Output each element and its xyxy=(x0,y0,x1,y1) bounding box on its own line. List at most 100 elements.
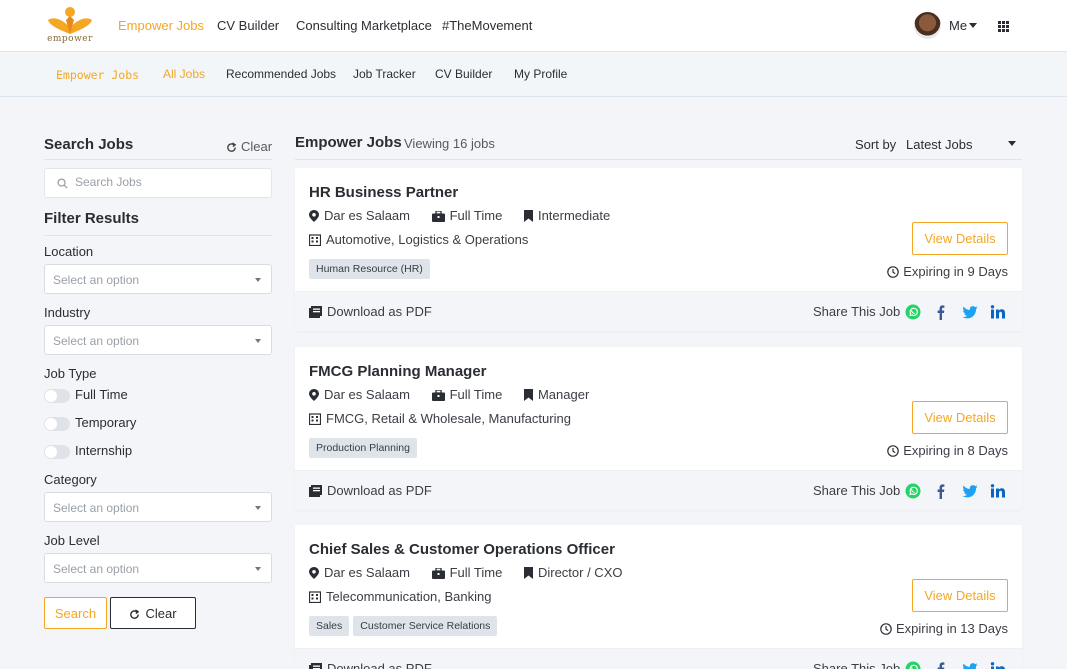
view-details-button[interactable]: View Details xyxy=(912,222,1008,255)
job-industry: Telecommunication, Banking xyxy=(308,589,492,604)
location-pin-icon xyxy=(309,389,319,401)
view-details-button[interactable]: View Details xyxy=(912,401,1008,434)
toggle-switch[interactable] xyxy=(44,389,70,403)
subnav-cv-builder[interactable]: CV Builder xyxy=(435,67,492,81)
job-level-select-value: Select an option xyxy=(53,562,140,576)
building-icon xyxy=(308,234,322,247)
whatsapp-icon[interactable] xyxy=(905,483,921,499)
twitter-icon[interactable] xyxy=(962,304,978,320)
job-level-text: Director / CXO xyxy=(537,565,623,580)
location-pin-icon xyxy=(309,210,319,222)
job-level-select[interactable]: Select an option xyxy=(44,553,272,583)
avatar[interactable] xyxy=(914,12,941,39)
empower-logo[interactable]: empower xyxy=(44,6,96,46)
job-expiry-text: Expiring in 9 Days xyxy=(903,264,1008,279)
sort-select[interactable]: Latest Jobs xyxy=(906,137,973,152)
job-location: Dar es Salaam xyxy=(309,387,410,402)
page-title: Empower Jobs xyxy=(295,134,402,151)
clock-icon xyxy=(880,623,892,635)
job-meta: Dar es Salaam Full Time Director / CXO xyxy=(309,565,640,581)
download-pdf-label: Download as PDF xyxy=(327,661,432,669)
job-level-text: Manager xyxy=(537,387,590,402)
clear-button-label: Clear xyxy=(145,605,177,621)
clock-icon xyxy=(887,266,900,278)
subnav-job-tracker[interactable]: Job Tracker xyxy=(353,67,416,81)
location-pin-icon xyxy=(309,567,319,579)
download-pdf-link[interactable]: Download as PDF xyxy=(309,661,432,669)
job-expiry: Expiring in 8 Days xyxy=(887,443,1008,458)
whatsapp-icon[interactable] xyxy=(905,304,921,320)
user-menu-caret-icon[interactable] xyxy=(969,23,977,28)
search-input[interactable] xyxy=(75,175,255,189)
filter-results-title: Filter Results xyxy=(44,210,140,227)
logo-icon xyxy=(48,7,92,34)
view-details-button[interactable]: View Details xyxy=(912,579,1008,612)
chevron-down-icon[interactable] xyxy=(1008,141,1016,146)
nav-empower-jobs[interactable]: Empower Jobs xyxy=(118,18,204,33)
facebook-icon[interactable] xyxy=(933,661,949,669)
divider xyxy=(295,159,1022,160)
download-pdf-label: Download as PDF xyxy=(327,304,432,319)
toggle-label: Temporary xyxy=(75,415,137,430)
job-type-text: Full Time xyxy=(449,208,503,223)
location-select-value: Select an option xyxy=(53,273,140,287)
job-card: FMCG Planning Manager Dar es Salaam Full… xyxy=(295,347,1022,510)
job-location-text: Dar es Salaam xyxy=(324,565,410,580)
bookmark-icon xyxy=(523,210,533,222)
job-industry-text: Telecommunication, Banking xyxy=(326,589,492,604)
nav-consulting-marketplace[interactable]: Consulting Marketplace xyxy=(296,18,432,33)
job-level-text: Intermediate xyxy=(537,208,611,223)
job-card: HR Business Partner Dar es Salaam Full T… xyxy=(295,168,1022,331)
linkedin-icon[interactable] xyxy=(990,304,1006,320)
linkedin-icon[interactable] xyxy=(990,661,1006,669)
facebook-icon[interactable] xyxy=(933,304,949,320)
linkedin-icon[interactable] xyxy=(990,483,1006,499)
job-meta: Dar es Salaam Full Time Intermediate xyxy=(309,208,628,224)
job-tags: Human Resource (HR) xyxy=(309,259,434,280)
download-pdf-label: Download as PDF xyxy=(327,483,432,498)
facebook-icon[interactable] xyxy=(933,483,949,499)
clear-button[interactable]: Clear xyxy=(110,597,196,629)
toggle-switch[interactable] xyxy=(44,445,70,459)
job-level: Manager xyxy=(523,387,590,402)
job-title[interactable]: FMCG Planning Manager xyxy=(309,363,487,380)
toggle-label: Internship xyxy=(75,443,133,458)
twitter-icon[interactable] xyxy=(962,483,978,499)
twitter-icon[interactable] xyxy=(962,661,978,669)
job-type-label: Job Type xyxy=(44,366,97,381)
subnav-my-profile[interactable]: My Profile xyxy=(514,67,567,81)
job-meta: Dar es Salaam Full Time Manager xyxy=(309,387,607,403)
divider xyxy=(44,235,272,236)
download-pdf-link[interactable]: Download as PDF xyxy=(309,304,432,319)
industry-select[interactable]: Select an option xyxy=(44,325,272,355)
category-select-value: Select an option xyxy=(53,501,140,515)
job-title[interactable]: HR Business Partner xyxy=(309,184,458,201)
sort-label: Sort by xyxy=(855,137,897,152)
subnav-brand[interactable]: Empower Jobs xyxy=(56,68,139,82)
user-menu-label[interactable]: Me xyxy=(949,18,967,33)
bookmark-icon xyxy=(523,567,533,579)
pdf-icon xyxy=(309,306,322,318)
toggle-switch[interactable] xyxy=(44,417,70,431)
download-pdf-link[interactable]: Download as PDF xyxy=(309,483,432,498)
apps-grid-icon[interactable] xyxy=(998,21,1009,32)
job-tag: Customer Service Relations xyxy=(353,616,498,636)
job-industry: FMCG, Retail & Wholesale, Manufacturing xyxy=(308,411,571,426)
top-navbar: empower Empower Jobs CV Builder Consulti… xyxy=(0,0,1067,52)
job-expiry: Expiring in 9 Days xyxy=(887,264,1008,279)
whatsapp-icon[interactable] xyxy=(905,661,921,669)
job-title[interactable]: Chief Sales & Customer Operations Office… xyxy=(309,541,615,558)
job-card-footer: Download as PDF Share This Job xyxy=(295,648,1022,669)
job-card-footer: Download as PDF Share This Job xyxy=(295,291,1022,331)
location-select[interactable]: Select an option xyxy=(44,264,272,294)
category-select[interactable]: Select an option xyxy=(44,492,272,522)
nav-the-movement[interactable]: #TheMovement xyxy=(442,18,532,33)
industry-label: Industry xyxy=(44,305,91,320)
subnav-all-jobs[interactable]: All Jobs xyxy=(163,67,205,81)
search-button[interactable]: Search xyxy=(44,597,107,629)
clear-filters-link[interactable]: Clear xyxy=(226,139,272,154)
search-input-box[interactable] xyxy=(44,168,272,198)
subnav-recommended-jobs[interactable]: Recommended Jobs xyxy=(226,67,336,81)
job-type-text: Full Time xyxy=(449,387,503,402)
nav-cv-builder[interactable]: CV Builder xyxy=(217,18,279,33)
